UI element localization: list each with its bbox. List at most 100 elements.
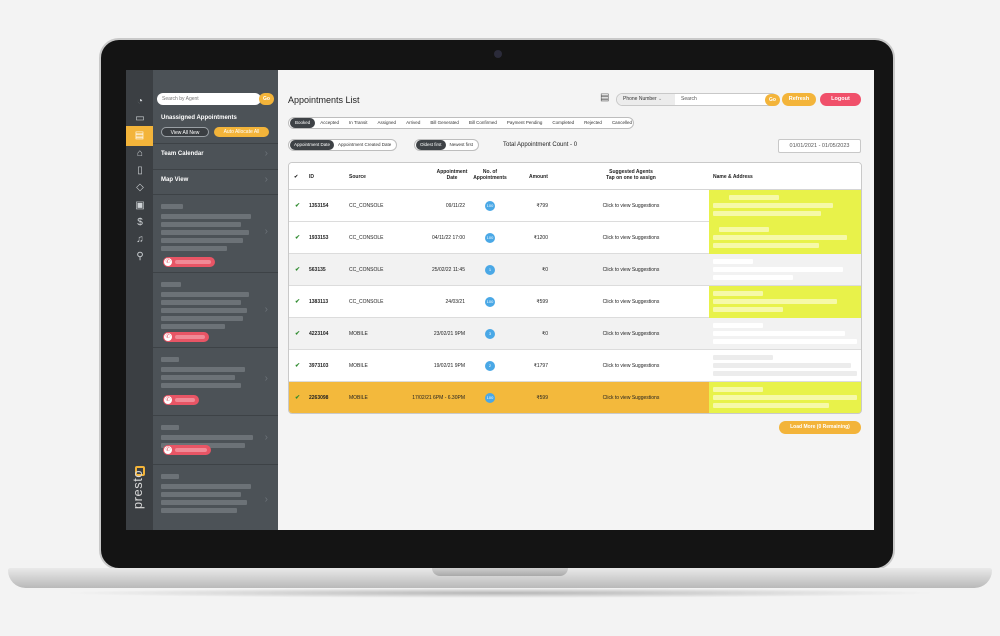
refresh-button[interactable]: Refresh: [782, 93, 816, 106]
icon-rail: ◔ ▭ ▤ ⌂ ▯ ◇ ▣ $ ♫ ⚲ presto: [126, 70, 153, 530]
view-suggestions-link[interactable]: Click to view Suggestions: [589, 382, 673, 413]
search-input[interactable]: Search: [681, 94, 697, 105]
unassigned-title: Unassigned Appointments: [161, 115, 237, 121]
appointments-icon[interactable]: ▤: [126, 126, 153, 146]
call-button[interactable]: ✆: [163, 395, 199, 405]
header-id: ID: [309, 174, 314, 180]
select-all-check[interactable]: ✔: [294, 174, 298, 180]
redacted-text: [713, 387, 763, 392]
table-row[interactable]: ✔ 1383113 CC_CONSOLE 24/03/21 100 ₹599 C…: [289, 286, 861, 318]
redacted-text: [713, 331, 845, 336]
view-suggestions-link[interactable]: Click to view Suggestions: [589, 190, 673, 222]
row-amount: ₹0: [542, 267, 548, 273]
tab-rejected[interactable]: Rejected: [579, 118, 607, 128]
logout-button[interactable]: Logout: [820, 93, 861, 106]
date-range-input[interactable]: 01/01/2021 - 01/05/2023: [778, 139, 861, 153]
chevron-right-icon: ›: [264, 148, 268, 159]
check-icon: ✔: [295, 331, 301, 337]
name-address-cell: [709, 254, 861, 286]
check-icon: ✔: [295, 395, 301, 401]
row-id: 1383113: [309, 299, 329, 305]
printer-icon[interactable]: ▤: [600, 92, 612, 103]
map-view-link[interactable]: Map View: [161, 177, 188, 183]
view-suggestions-link[interactable]: Click to view Suggestions: [589, 222, 673, 254]
oldest-first-option[interactable]: Oldest first: [416, 140, 446, 150]
table-row[interactable]: ✔ 3973103 MOBILE 19/02/21 9PM 2 ₹1797 Cl…: [289, 350, 861, 382]
table-row[interactable]: ✔ 2263098 MOBILE 17/02/21 6PM - 6.30PM 1…: [289, 382, 861, 413]
brand-logo: presto: [130, 466, 148, 512]
tab-bill-generated[interactable]: Bill Generated: [425, 118, 464, 128]
tab-in-transit[interactable]: In Transit: [344, 118, 373, 128]
view-suggestions-link[interactable]: Click to view Suggestions: [589, 286, 673, 318]
tab-booked[interactable]: Booked: [290, 118, 316, 128]
search-go-button[interactable]: Go: [765, 94, 780, 106]
tab-completed[interactable]: Completed: [547, 118, 579, 128]
name-address-cell: [709, 286, 861, 318]
appointment-count-badge: 2: [485, 361, 495, 371]
chevron-right-icon: ›: [264, 373, 268, 384]
redacted-text: [713, 235, 847, 240]
main-content: Appointments List ▤ Phone Number ⌄ Searc…: [278, 70, 874, 530]
call-button[interactable]: ✆: [163, 257, 215, 267]
placeholder-line: [161, 238, 243, 243]
divider: [153, 194, 278, 195]
placeholder-line: [175, 448, 207, 452]
tab-assigned[interactable]: Assigned: [373, 118, 402, 128]
inbox-icon[interactable]: ▭: [134, 113, 146, 125]
redacted-text: [713, 203, 833, 208]
view-suggestions-link[interactable]: Click to view Suggestions: [589, 318, 673, 350]
placeholder-line: [161, 357, 179, 362]
view-suggestions-link[interactable]: Click to view Suggestions: [589, 254, 673, 286]
row-id: 2263098: [309, 395, 329, 401]
redacted-text: [713, 307, 783, 312]
chevron-right-icon: ›: [264, 432, 268, 443]
view-suggestions-link[interactable]: Click to view Suggestions: [589, 350, 673, 382]
appointment-created-date-option[interactable]: Appointment Created Date: [334, 140, 395, 150]
bank-icon[interactable]: ⌂: [134, 148, 146, 160]
placeholder-line: [161, 383, 241, 388]
row-amount: ₹1200: [533, 235, 548, 241]
call-button[interactable]: ✆: [163, 332, 209, 342]
table-row[interactable]: ✔ 1933153 CC_CONSOLE 04/11/22 17:00 100 …: [289, 222, 861, 254]
table-row[interactable]: ✔ 1353154 CC_CONSOLE 09/11/22 100 ₹799 C…: [289, 190, 861, 222]
tab-accepted[interactable]: Accepted: [315, 118, 344, 128]
newest-first-option[interactable]: Newest first: [446, 140, 478, 150]
view-all-new-button[interactable]: View All New: [161, 127, 209, 137]
placeholder-line: [175, 260, 211, 264]
row-source: MOBILE: [349, 331, 368, 337]
tab-cancelled[interactable]: Cancelled: [607, 118, 637, 128]
phone-select-label: Phone Number: [623, 96, 657, 102]
redacted-text: [713, 395, 857, 400]
table-row[interactable]: ✔ 4223104 MOBILE 23/02/21 9PM 3 ₹0 Click…: [289, 318, 861, 350]
name-address-cell: [709, 318, 861, 350]
speedometer-icon[interactable]: ◔: [134, 96, 146, 108]
auto-allocate-button[interactable]: Auto Allocate All: [214, 127, 269, 137]
tag-icon[interactable]: ◇: [134, 182, 146, 194]
team-calendar-link[interactable]: Team Calendar: [161, 151, 204, 157]
placeholder-line: [161, 367, 245, 372]
appointment-date-option[interactable]: Appointment Date: [290, 140, 335, 150]
appointment-count-badge: 100: [485, 297, 495, 307]
chevron-down-icon: ⌄: [658, 96, 663, 102]
dollar-icon[interactable]: $: [134, 217, 146, 229]
redacted-text: [713, 355, 773, 360]
placeholder-line: [161, 204, 183, 209]
row-amount: ₹799: [536, 203, 548, 209]
tab-arrived[interactable]: Arrived: [401, 118, 425, 128]
date-type-toggle: Appointment Date Appointment Created Dat…: [288, 139, 398, 151]
agent-search-input[interactable]: Search by Agent: [157, 93, 261, 105]
search-icon[interactable]: ⚲: [134, 251, 146, 263]
tab-payment-pending[interactable]: Payment Pending: [502, 118, 548, 128]
load-more-button[interactable]: Load More (0 Remaining): [779, 421, 861, 434]
id-card-icon[interactable]: ▣: [134, 200, 146, 212]
table-row[interactable]: ✔ 563135 CC_CONSOLE 25/02/22 11:45 1 ₹0 …: [289, 254, 861, 286]
agent-search-go-button[interactable]: Go: [259, 93, 274, 105]
row-date: 17/02/21 6PM - 6.30PM: [412, 395, 465, 401]
document-icon[interactable]: ▯: [134, 165, 146, 177]
phone-number-select[interactable]: Phone Number ⌄: [617, 94, 675, 105]
call-button[interactable]: ✆: [163, 445, 211, 455]
tab-bill-confirmed[interactable]: Bill Confirmed: [464, 118, 502, 128]
bell-icon[interactable]: ♫: [134, 234, 146, 246]
page-title: Appointments List: [288, 95, 360, 105]
row-source: MOBILE: [349, 363, 368, 369]
